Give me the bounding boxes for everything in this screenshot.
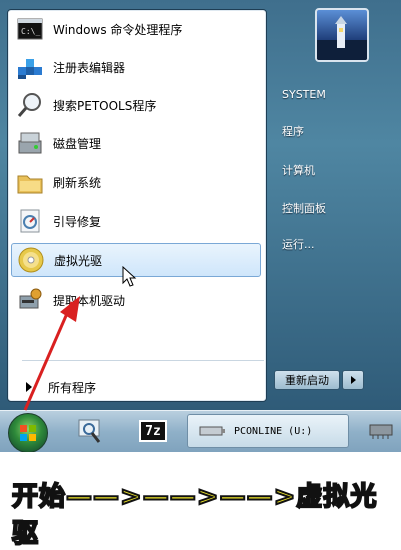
mouse-cursor-icon [122, 266, 137, 287]
annotation-arrow [23, 296, 80, 411]
caption-text: 开始——>——>——>虚拟光驱 [11, 481, 378, 550]
